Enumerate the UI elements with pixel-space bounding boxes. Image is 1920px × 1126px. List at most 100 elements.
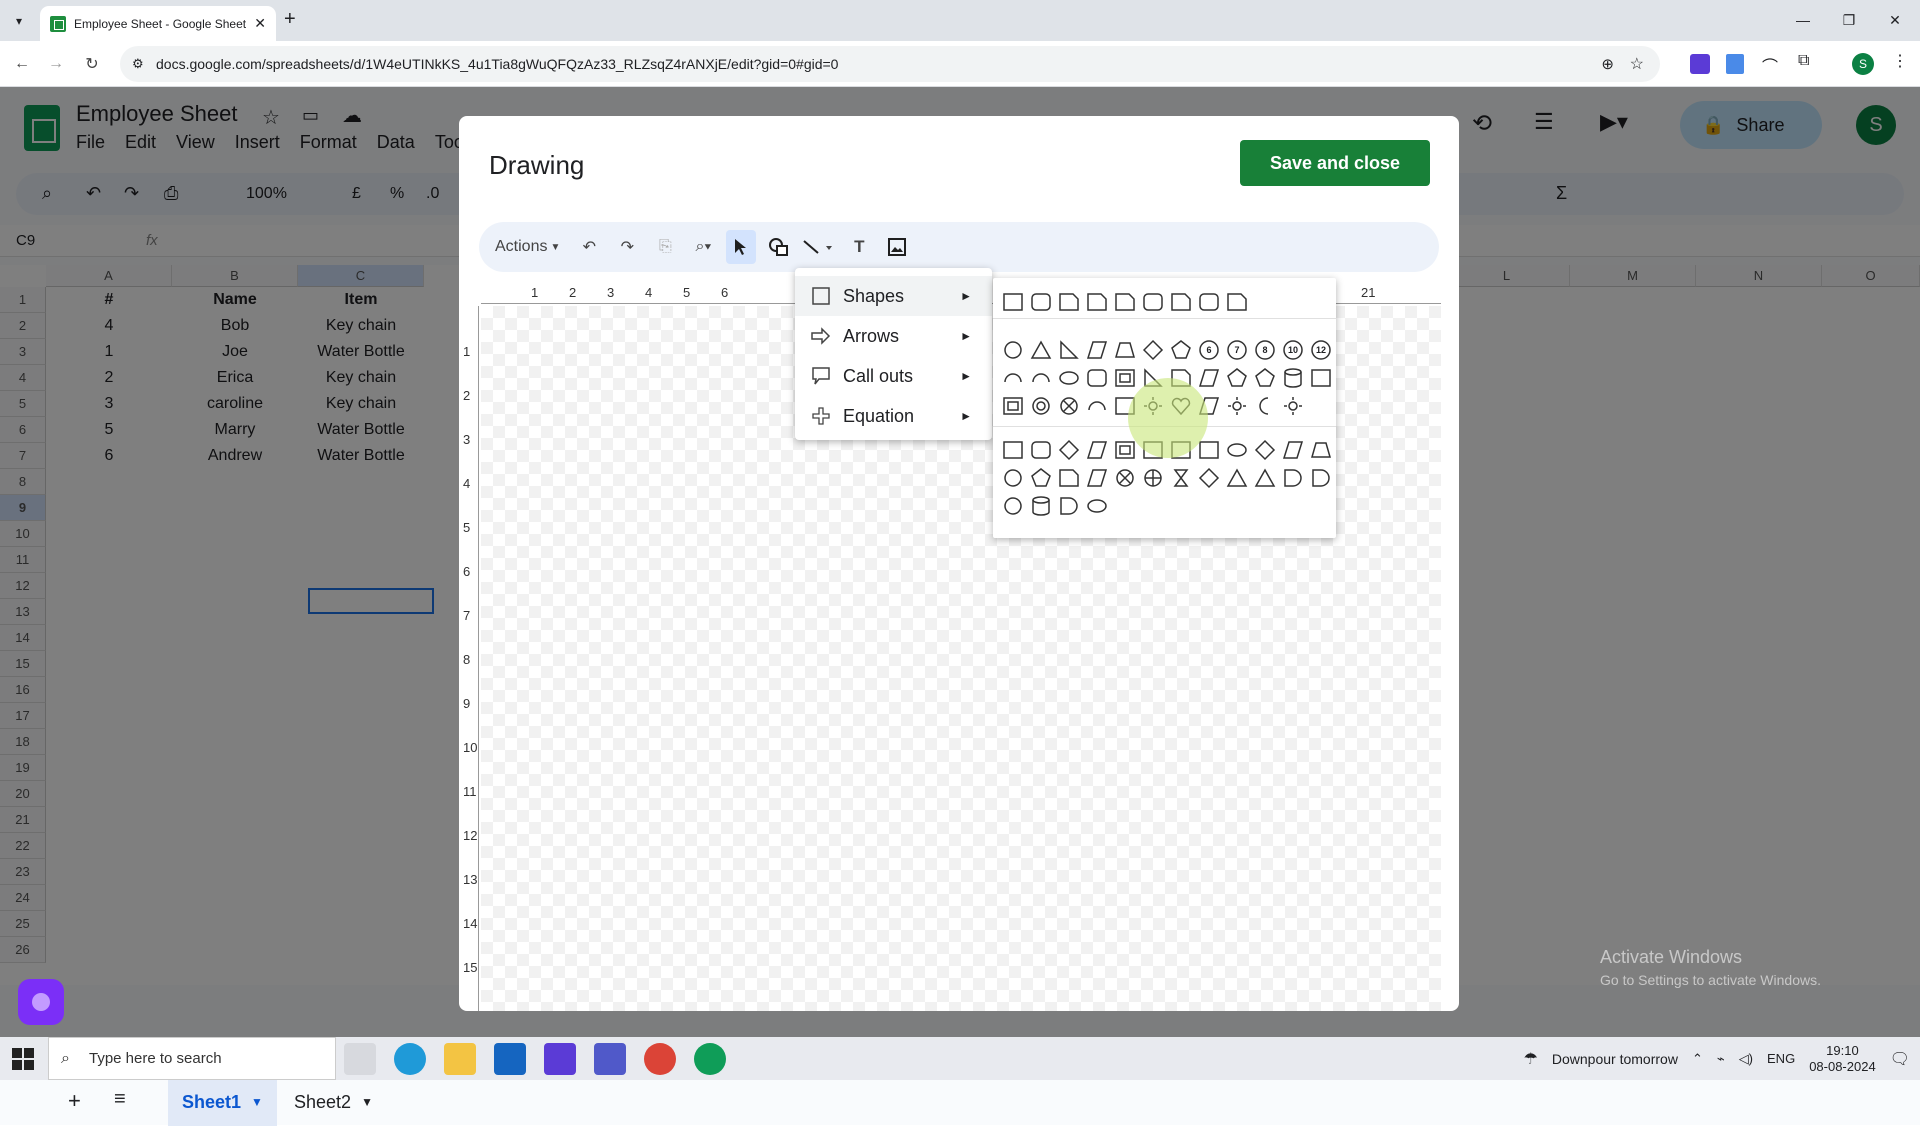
browser-menu-icon[interactable]: ⋮ <box>1892 51 1908 71</box>
extensions-puzzle-icon[interactable]: ⧉ <box>1798 52 1809 70</box>
circle-shape-icon[interactable] <box>1001 494 1025 518</box>
rect-shape-icon[interactable] <box>1309 366 1333 390</box>
windows-start-icon[interactable] <box>12 1048 34 1070</box>
rect-shape-icon[interactable] <box>1197 438 1221 462</box>
hourglass-shape-icon[interactable] <box>1169 466 1193 490</box>
oval-shape-icon[interactable] <box>1085 494 1109 518</box>
select-tool-icon[interactable] <box>726 230 757 264</box>
sun-shape-icon[interactable] <box>1281 394 1305 418</box>
diamond-shape-icon[interactable] <box>1057 438 1081 462</box>
tri-shape-icon[interactable] <box>1225 466 1249 490</box>
cyl-shape-icon[interactable] <box>1281 366 1305 390</box>
rtri-shape-icon[interactable] <box>1057 338 1081 362</box>
all-sheets-icon[interactable]: ≡ <box>114 1088 126 1111</box>
menu-item-shapes[interactable]: Shapes ► <box>795 276 992 316</box>
delay-shape-icon[interactable] <box>1057 494 1081 518</box>
close-window-icon[interactable]: ✕ <box>1872 0 1918 40</box>
snip-shape-icon[interactable] <box>1057 466 1081 490</box>
extension-icon[interactable] <box>1726 54 1744 74</box>
para-shape-icon[interactable] <box>1085 466 1109 490</box>
arc-shape-icon[interactable] <box>1001 366 1025 390</box>
chevron-up-icon[interactable]: ⌃ <box>1692 1051 1703 1067</box>
file-explorer-icon[interactable] <box>444 1043 476 1075</box>
cross-shape-icon[interactable] <box>1057 394 1081 418</box>
edge-icon[interactable] <box>394 1043 426 1075</box>
frame-shape-icon[interactable] <box>1113 438 1137 462</box>
para-shape-icon[interactable] <box>1197 366 1221 390</box>
minimize-icon[interactable]: — <box>1780 0 1826 40</box>
image-icon[interactable] <box>882 230 912 264</box>
round-shape-icon[interactable] <box>1197 290 1221 314</box>
tri-shape-icon[interactable] <box>1253 466 1277 490</box>
rect-shape-icon[interactable] <box>1001 290 1025 314</box>
badge-shape-icon[interactable]: 10 <box>1281 338 1305 362</box>
snip-shape-icon[interactable] <box>1085 290 1109 314</box>
actions-menu-button[interactable]: Actions ▼ <box>489 230 566 264</box>
zoom-icon[interactable]: ⊕ <box>1601 55 1614 73</box>
shape-tool-icon[interactable] <box>764 230 794 264</box>
site-info-icon[interactable]: ⚙ <box>132 56 144 72</box>
assistant-bubble-icon[interactable] <box>18 979 64 1025</box>
text-box-icon[interactable]: T <box>844 230 874 264</box>
round-shape-icon[interactable] <box>1085 366 1109 390</box>
app-icon[interactable] <box>544 1043 576 1075</box>
sheet-tab-sheet2[interactable]: Sheet2 ▼ <box>280 1078 387 1126</box>
pent-shape-icon[interactable] <box>1029 466 1053 490</box>
sun-shape-icon[interactable] <box>1225 394 1249 418</box>
para-shape-icon[interactable] <box>1281 438 1305 462</box>
diamond-shape-icon[interactable] <box>1253 438 1277 462</box>
plusc-shape-icon[interactable] <box>1141 466 1165 490</box>
chrome-icon[interactable] <box>694 1043 726 1075</box>
snip-shape-icon[interactable] <box>1057 290 1081 314</box>
round-shape-icon[interactable] <box>1029 290 1053 314</box>
extension-icon[interactable] <box>1690 54 1710 74</box>
bookmark-star-icon[interactable]: ☆ <box>1630 54 1644 74</box>
add-sheet-button[interactable]: + <box>68 1088 81 1114</box>
diamond-shape-icon[interactable] <box>1197 466 1221 490</box>
redo-icon[interactable]: ↷ <box>612 230 642 264</box>
weather-icon[interactable]: ☂ <box>1524 1049 1538 1069</box>
trap-shape-icon[interactable] <box>1113 338 1137 362</box>
badge-shape-icon[interactable]: 12 <box>1309 338 1333 362</box>
snip-shape-icon[interactable] <box>1225 290 1249 314</box>
pent-shape-icon[interactable] <box>1253 366 1277 390</box>
mail-icon[interactable] <box>494 1043 526 1075</box>
clock[interactable]: 19:10 08-08-2024 <box>1809 1043 1876 1075</box>
donut-shape-icon[interactable] <box>1029 394 1053 418</box>
badge-shape-icon[interactable]: 6 <box>1197 338 1221 362</box>
circle-shape-icon[interactable] <box>1001 338 1025 362</box>
undo-icon[interactable]: ↶ <box>574 230 604 264</box>
moon-shape-icon[interactable] <box>1253 394 1277 418</box>
taskbar-search-box[interactable]: ⌕ Type here to search <box>48 1037 336 1080</box>
profile-avatar[interactable]: S <box>1852 53 1874 75</box>
weather-text[interactable]: Downpour tomorrow <box>1552 1051 1678 1067</box>
menu-item-callouts[interactable]: Call outs ► <box>795 356 992 396</box>
chrome-icon[interactable] <box>644 1043 676 1075</box>
extension-icon[interactable]: ⌒ <box>1762 53 1778 77</box>
restore-icon[interactable]: ❐ <box>1826 0 1872 40</box>
badge-shape-icon[interactable]: 8 <box>1253 338 1277 362</box>
tab-list-icon[interactable]: ▾ <box>8 10 30 32</box>
badge-shape-icon[interactable]: 7 <box>1225 338 1249 362</box>
para-shape-icon[interactable] <box>1085 438 1109 462</box>
zoom-icon[interactable]: ⌕▾ <box>688 230 718 264</box>
menu-item-arrows[interactable]: Arrows ► <box>795 316 992 356</box>
forward-icon[interactable]: → <box>40 48 72 80</box>
snip-shape-icon[interactable] <box>1169 290 1193 314</box>
rect-shape-icon[interactable] <box>1001 438 1025 462</box>
arc-shape-icon[interactable] <box>1085 394 1109 418</box>
notifications-icon[interactable]: 🗨 <box>1890 1049 1910 1069</box>
teams-icon[interactable] <box>594 1043 626 1075</box>
diamond-shape-icon[interactable] <box>1141 338 1165 362</box>
browser-tab[interactable]: Employee Sheet - Google Sheets ✕ <box>40 6 276 41</box>
back-icon[interactable]: ← <box>6 48 38 80</box>
paint-format-icon[interactable]: ⎘ <box>650 230 680 264</box>
para-shape-icon[interactable] <box>1085 338 1109 362</box>
save-and-close-button[interactable]: Save and close <box>1240 140 1430 186</box>
delay-shape-icon[interactable] <box>1309 466 1333 490</box>
close-tab-icon[interactable]: ✕ <box>254 15 266 32</box>
cyl-shape-icon[interactable] <box>1029 494 1053 518</box>
trap-shape-icon[interactable] <box>1309 438 1333 462</box>
network-icon[interactable]: ⌁ <box>1717 1051 1725 1067</box>
pent-shape-icon[interactable] <box>1169 338 1193 362</box>
